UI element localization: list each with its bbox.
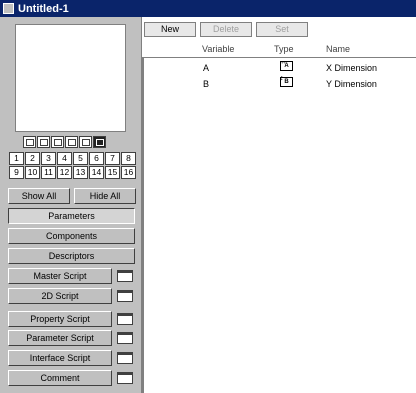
components-button[interactable]: Components — [8, 228, 135, 244]
3d-view-icon[interactable] — [65, 136, 78, 148]
grid-number[interactable]: 7 — [105, 152, 120, 165]
grid-number[interactable]: 4 — [57, 152, 72, 165]
interface-script-window-icon[interactable] — [117, 352, 133, 364]
delete-button[interactable]: Delete — [200, 22, 252, 37]
parameters-button[interactable]: Parameters — [8, 208, 135, 224]
pane-divider — [142, 17, 144, 393]
floor-plan-view-icon[interactable] — [23, 136, 36, 148]
2d-view-icon[interactable] — [37, 136, 50, 148]
name-cell: Y Dimension — [326, 79, 377, 89]
grid-number[interactable]: 14 — [89, 166, 104, 179]
parameter-script-button[interactable]: Parameter Script — [8, 330, 112, 346]
comment-button[interactable]: Comment — [8, 370, 112, 386]
comment-window-icon[interactable] — [117, 372, 133, 384]
grid-number[interactable]: 15 — [105, 166, 120, 179]
x-dimension-icon: ↔ A — [280, 59, 293, 71]
grid-number[interactable]: 1 — [9, 152, 24, 165]
column-header-type: Type — [274, 44, 294, 54]
grid-number[interactable]: 10 — [25, 166, 40, 179]
grid-number[interactable]: 5 — [73, 152, 88, 165]
grid-number[interactable]: 12 — [57, 166, 72, 179]
window-title: Untitled-1 — [18, 2, 69, 15]
column-header-variable: Variable — [202, 44, 235, 54]
interface-script-button[interactable]: Interface Script — [8, 350, 112, 366]
name-cell: X Dimension — [326, 63, 378, 73]
set-button[interactable]: Set — [256, 22, 308, 37]
grid-number[interactable]: 13 — [73, 166, 88, 179]
left-panel: 1 2 3 4 5 6 7 8 9 10 11 12 13 14 15 16 S… — [0, 17, 142, 393]
grid-number[interactable]: 8 — [121, 152, 136, 165]
hide-all-button[interactable]: Hide All — [74, 188, 136, 204]
render-view-icon[interactable] — [79, 136, 92, 148]
grid-number[interactable]: 9 — [9, 166, 24, 179]
title-bar[interactable]: Untitled-1 — [0, 0, 416, 17]
parameter-script-window-icon[interactable] — [117, 332, 133, 344]
parameters-list-pane: New Delete Set Variable Type Name A ↔ A X… — [142, 17, 416, 393]
grid-number[interactable]: 3 — [41, 152, 56, 165]
variable-cell: B — [203, 79, 210, 89]
property-script-button[interactable]: Property Script — [8, 311, 112, 327]
parameters-toolbar: New Delete Set Variable Type Name — [142, 17, 416, 57]
y-dimension-icon: ↕ B — [280, 75, 293, 87]
new-button[interactable]: New — [144, 22, 196, 37]
grid-number[interactable]: 2 — [25, 152, 40, 165]
grid-number[interactable]: 6 — [89, 152, 104, 165]
header-divider — [142, 57, 416, 58]
show-all-button[interactable]: Show All — [8, 188, 70, 204]
master-script-window-icon[interactable] — [117, 270, 133, 282]
view-icons — [23, 136, 106, 148]
window-icon — [3, 3, 14, 14]
section-view-icon[interactable] — [51, 136, 64, 148]
2d-script-button[interactable]: 2D Script — [8, 288, 112, 304]
variable-cell: A — [203, 63, 210, 73]
master-script-button[interactable]: Master Script — [8, 268, 112, 284]
grid-numbers: 1 2 3 4 5 6 7 8 9 10 11 12 13 14 15 16 — [9, 152, 137, 179]
column-header-name: Name — [326, 44, 351, 54]
preview-pane — [15, 24, 126, 132]
2d-script-window-icon[interactable] — [117, 290, 133, 302]
property-script-window-icon[interactable] — [117, 313, 133, 325]
list-view-icon[interactable] — [93, 136, 106, 148]
grid-number[interactable]: 11 — [41, 166, 56, 179]
descriptors-button[interactable]: Descriptors — [8, 248, 135, 264]
grid-number[interactable]: 16 — [121, 166, 136, 179]
